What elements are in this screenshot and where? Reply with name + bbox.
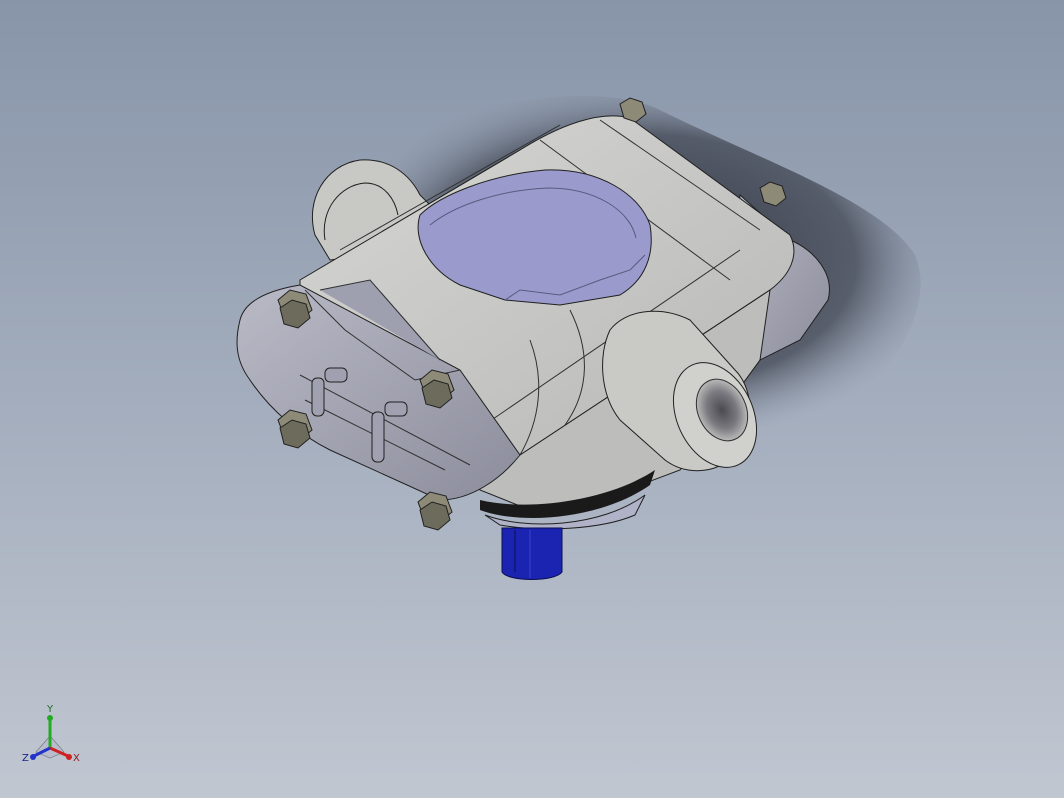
bolt bbox=[277, 409, 313, 449]
orientation-triad: Y X Z bbox=[22, 704, 80, 764]
bolt bbox=[417, 491, 453, 531]
pump-model[interactable] bbox=[0, 0, 1064, 798]
x-axis-tip bbox=[66, 754, 72, 760]
graphics-viewport[interactable]: Y X Z bbox=[0, 0, 1064, 798]
z-axis-tip bbox=[30, 754, 36, 760]
y-axis-label: Y bbox=[46, 704, 54, 715]
y-axis-tip bbox=[47, 715, 53, 721]
lug bbox=[384, 401, 408, 417]
lug bbox=[311, 377, 325, 417]
shaft bbox=[501, 527, 563, 580]
z-axis-label: Z bbox=[22, 753, 29, 764]
x-axis-label: X bbox=[73, 753, 80, 764]
lug bbox=[324, 367, 348, 383]
lug bbox=[371, 411, 385, 463]
